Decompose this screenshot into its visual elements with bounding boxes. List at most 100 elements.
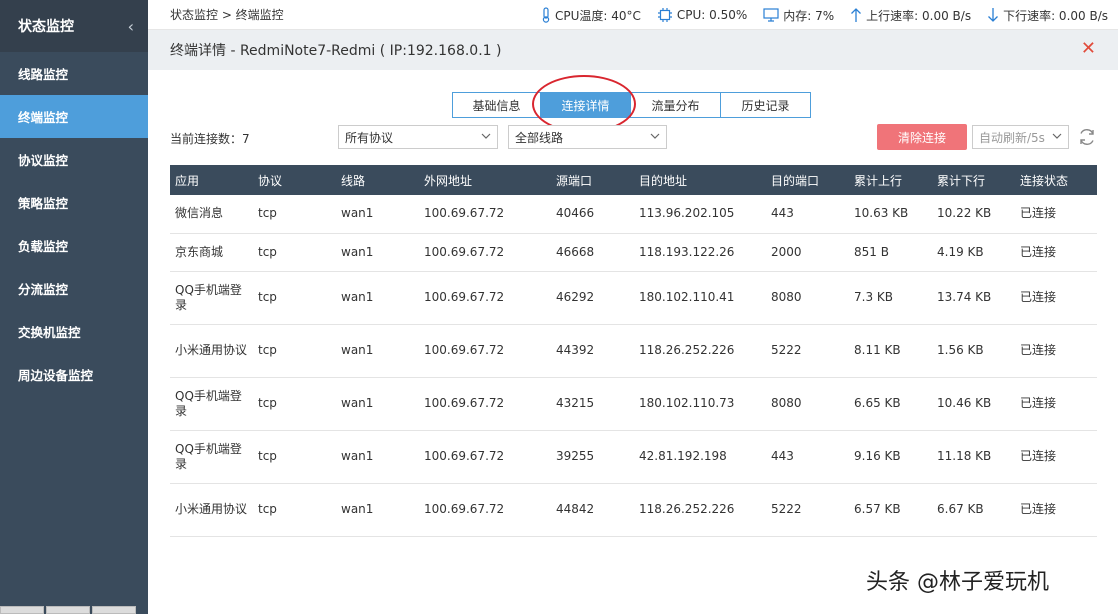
table-cell: 已连接 (1015, 195, 1097, 234)
auto-refresh-select[interactable]: 自动刷新/5s (972, 125, 1069, 149)
table-cell: 京东商城 (170, 233, 253, 272)
table-cell: 180.102.110.41 (634, 271, 766, 325)
sidebar-item-line-monitor[interactable]: 线路监控 (0, 52, 148, 95)
tab-basic-info[interactable]: 基础信息 (452, 92, 541, 118)
table-cell: 100.69.67.72 (419, 483, 551, 537)
connections-table: 应用 协议 线路 外网地址 源端口 目的地址 目的端口 累计上行 累计下行 连接… (170, 165, 1097, 537)
table-cell: 5222 (766, 483, 849, 537)
cpu-stat: CPU: 0.50% (657, 7, 747, 23)
table-cell: 39255 (551, 430, 634, 484)
table-cell: 100.69.67.72 (419, 195, 551, 234)
table-cell: 已连接 (1015, 430, 1097, 484)
arrow-down-icon (988, 8, 999, 22)
tab-label: 历史记录 (741, 98, 790, 113)
memory-value: 内存: 7% (783, 8, 835, 23)
table-cell: tcp (253, 483, 336, 537)
line-select[interactable]: 全部线路 (508, 125, 667, 149)
table-cell: 118.193.122.26 (634, 233, 766, 272)
tab-traffic-distribution[interactable]: 流量分布 (630, 92, 721, 118)
table-cell: 44392 (551, 324, 634, 378)
tab-history[interactable]: 历史记录 (720, 92, 811, 118)
auto-refresh-value: 自动刷新/5s (979, 130, 1045, 145)
table-cell: 100.69.67.72 (419, 377, 551, 431)
refresh-icon[interactable] (1077, 127, 1097, 147)
table-cell: wan1 (336, 195, 419, 234)
sidebar-item-label: 策略监控 (18, 196, 69, 211)
table-row: 京东商城 tcp wan1 100.69.67.72 46668 118.193… (170, 233, 1097, 272)
line-select-value: 全部线路 (515, 130, 564, 145)
table-cell: tcp (253, 271, 336, 325)
table-cell: 100.69.67.72 (419, 233, 551, 272)
table-cell: tcp (253, 233, 336, 272)
column-header: 累计上行 (849, 165, 932, 195)
sidebar: 状态监控 ‹ 线路监控 终端监控 协议监控 策略监控 负载监控 分流监控 交换机… (0, 0, 148, 614)
table-cell: 已连接 (1015, 271, 1097, 325)
table-cell: 已连接 (1015, 483, 1097, 537)
tab-connection-details[interactable]: 连接详情 (540, 92, 631, 118)
table-cell: 11.18 KB (932, 430, 1015, 484)
page-header: 终端详情 - RedmiNote7-Redmi ( IP:192.168.0.1… (148, 30, 1118, 70)
chevron-down-icon (481, 133, 491, 139)
table-cell: 8.11 KB (849, 324, 932, 378)
table-row: QQ手机端登录 tcp wan1 100.69.67.72 46292 180.… (170, 271, 1097, 325)
table-cell: 8080 (766, 271, 849, 325)
table-cell: wan1 (336, 271, 419, 325)
sidebar-header: 状态监控 ‹ (0, 0, 148, 52)
cpu-temp-stat: CPU温度: 40°C (541, 7, 641, 24)
sidebar-item-peripheral-monitor[interactable]: 周边设备监控 (0, 353, 148, 396)
cpu-value: CPU: 0.50% (676, 8, 748, 22)
chevron-down-icon (650, 133, 660, 139)
table-cell: 100.69.67.72 (419, 271, 551, 325)
table-cell: QQ手机端登录 (170, 377, 253, 431)
clear-connections-button[interactable]: 清除连接 (877, 124, 967, 150)
chevron-down-icon (1052, 133, 1062, 139)
connection-count: 当前连接数：7 (170, 132, 250, 146)
sidebar-item-label: 周边设备监控 (18, 368, 94, 383)
table-cell: tcp (253, 430, 336, 484)
table-cell: 微信消息 (170, 195, 253, 234)
table-cell: 100.69.67.72 (419, 430, 551, 484)
table-cell: 7.3 KB (849, 271, 932, 325)
column-header: 目的端口 (766, 165, 849, 195)
table-cell: 9.16 KB (849, 430, 932, 484)
table-cell: 42.81.192.198 (634, 430, 766, 484)
sidebar-item-switch-monitor[interactable]: 交换机监控 (0, 310, 148, 353)
protocol-select[interactable]: 所有协议 (338, 125, 498, 149)
column-header: 应用 (170, 165, 253, 195)
taskbar-button[interactable] (46, 606, 90, 614)
table-row: QQ手机端登录 tcp wan1 100.69.67.72 39255 42.8… (170, 430, 1097, 484)
table-cell: 5222 (766, 324, 849, 378)
table-cell: 100.69.67.72 (419, 324, 551, 378)
table-cell: 6.57 KB (849, 483, 932, 537)
sidebar-item-terminal-monitor[interactable]: 终端监控 (0, 95, 148, 138)
table-cell: wan1 (336, 483, 419, 537)
sidebar-item-protocol-monitor[interactable]: 协议监控 (0, 138, 148, 181)
table-cell: tcp (253, 195, 336, 234)
taskbar-button[interactable] (0, 606, 44, 614)
chevron-left-icon[interactable]: ‹ (128, 17, 134, 36)
sidebar-item-load-monitor[interactable]: 负载监控 (0, 224, 148, 267)
table-cell: 小米通用协议 (170, 483, 253, 537)
table-cell: 4.19 KB (932, 233, 1015, 272)
close-icon[interactable]: ✕ (1081, 40, 1096, 58)
table-cell: wan1 (336, 377, 419, 431)
table-cell: 2000 (766, 233, 849, 272)
table-cell: 443 (766, 430, 849, 484)
table-cell: 已连接 (1015, 324, 1097, 378)
table-cell: wan1 (336, 324, 419, 378)
table-cell: 443 (766, 195, 849, 234)
upload-stat: 上行速率: 0.00 B/s (850, 7, 971, 24)
sidebar-item-label: 交换机监控 (18, 325, 81, 340)
download-stat: 下行速率: 0.00 B/s (987, 7, 1108, 24)
column-header: 线路 (336, 165, 419, 195)
table-cell: 180.102.110.73 (634, 377, 766, 431)
sidebar-item-policy-monitor[interactable]: 策略监控 (0, 181, 148, 224)
taskbar-button[interactable] (92, 606, 136, 614)
table-cell: 118.26.252.226 (634, 324, 766, 378)
tab-label: 流量分布 (651, 98, 700, 113)
sidebar-item-split-monitor[interactable]: 分流监控 (0, 267, 148, 310)
table-cell: 10.46 KB (932, 377, 1015, 431)
cpu-chip-icon (657, 8, 672, 22)
table-cell: tcp (253, 377, 336, 431)
system-stats: CPU温度: 40°C CPU: 0.50% 内存: 7% 上行速率: 0.00… (541, 0, 1108, 30)
